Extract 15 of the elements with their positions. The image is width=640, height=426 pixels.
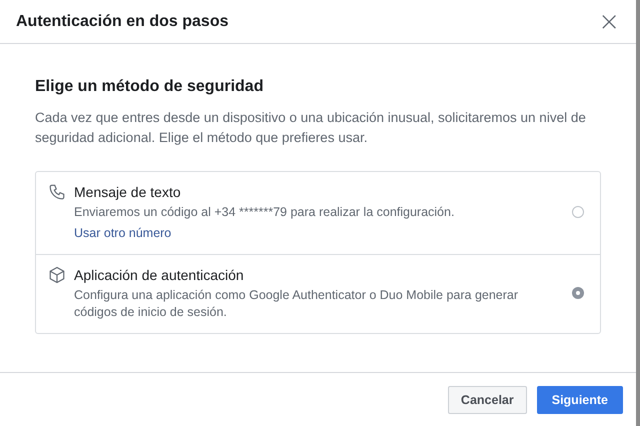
method-title: Mensaje de texto: [74, 183, 182, 202]
radio-button[interactable]: [572, 206, 584, 218]
method-description: Configura una aplicación como Google Authenticator o Duo Mobile para generar códigos de inicio de sesión.: [74, 287, 520, 321]
radio-button[interactable]: [572, 287, 584, 299]
phone-icon: [48, 183, 66, 201]
cancel-button[interactable]: Cancelar: [448, 386, 527, 414]
description-text: Cada vez que entres desde un dispositivo o una ubicación inusual, solicitaremos un nivel de seguridad adicional. Elige el método que prefieres usar.: [35, 109, 587, 147]
close-button[interactable]: ×: [596, 10, 622, 32]
cube-icon: [48, 266, 66, 284]
method-title: Aplicación de autenticación: [74, 266, 245, 285]
dialog-title: Autenticación en dos pasos: [16, 12, 228, 30]
next-button[interactable]: Siguiente: [536, 386, 623, 414]
method-description: Enviaremos un código al +34 *******79 para realizar la configuración.: [74, 204, 456, 221]
use-other-number-link[interactable]: Usar otro número: [74, 225, 564, 242]
section-heading: Elige un método de seguridad: [35, 78, 264, 96]
